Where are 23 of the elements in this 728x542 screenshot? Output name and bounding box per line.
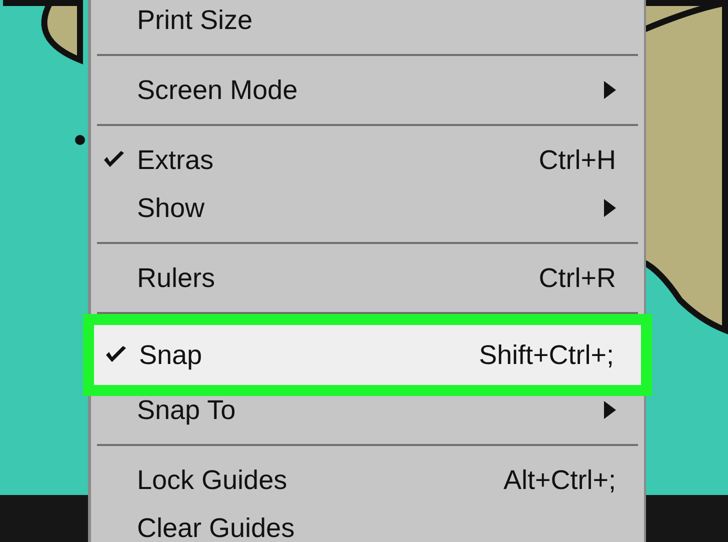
shortcut-text: Shift+Ctrl+;: [478, 340, 614, 370]
menu-item-label: Lock Guides: [137, 464, 288, 496]
menu-item[interactable]: Clear Guides: [91, 504, 644, 542]
menu-item[interactable]: Snap Shift+Ctrl+;: [93, 324, 642, 386]
shortcut-text: Ctrl+R: [538, 262, 616, 294]
menu-item-label: Extras: [137, 144, 215, 176]
menu-item[interactable]: Extras Ctrl+H: [91, 136, 644, 184]
menu-item[interactable]: Show: [91, 184, 644, 232]
menu-item-label: Print Size: [137, 4, 254, 36]
menu-item-label: Snap: [139, 340, 204, 370]
menu-item[interactable]: Lock Guides Alt+Ctrl+;: [91, 456, 644, 504]
shortcut-text: Ctrl+H: [538, 144, 616, 176]
menu-item[interactable]: Print Size: [91, 0, 644, 44]
menu-item[interactable]: Snap To: [91, 386, 644, 434]
menu-item-label: Show: [137, 192, 206, 224]
dot-icon: [75, 135, 85, 145]
shortcut-text: Alt+Ctrl+;: [503, 464, 616, 496]
menu-item-label: Clear Guides: [137, 512, 296, 542]
menu-item[interactable]: Rulers Ctrl+R: [91, 254, 644, 302]
menu-item-label: Screen Mode: [137, 74, 299, 106]
menu-item-label: Rulers: [137, 262, 216, 294]
menu-item[interactable]: Screen Mode: [91, 66, 644, 114]
menu-item-label: Snap To: [137, 394, 237, 426]
